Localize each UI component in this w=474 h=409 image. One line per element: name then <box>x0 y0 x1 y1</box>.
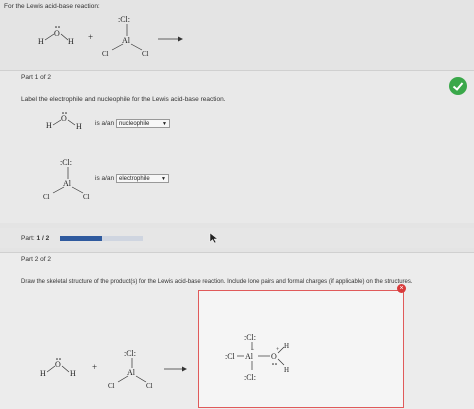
svg-text:H: H <box>40 369 46 378</box>
svg-text:+: + <box>92 362 97 372</box>
svg-text:O: O <box>271 352 277 361</box>
part1-instruction: Label the electrophile and nucleophile f… <box>21 96 226 103</box>
svg-text:−: − <box>251 347 255 353</box>
top-reaction: H O H + :Cl: Al Cl Cl <box>38 15 183 58</box>
progress-label: Part: 1 / 2 <box>21 235 50 242</box>
svg-text:H: H <box>284 342 289 350</box>
svg-text:+: + <box>276 347 280 353</box>
svg-text:O: O <box>55 360 61 369</box>
row1-prefix: is a/an <box>95 120 115 127</box>
svg-text:Cl: Cl <box>83 193 90 200</box>
svg-text:Cl: Cl <box>146 382 153 390</box>
electrophile-select-value: electrophile <box>119 176 150 182</box>
progress-value: 1 / 2 <box>36 235 50 242</box>
svg-text:O: O <box>61 114 67 123</box>
svg-text:Cl: Cl <box>43 193 50 200</box>
water-h-left: H <box>38 37 44 46</box>
part2-reaction: H O H + :Cl: Al Cl Cl <box>40 349 187 390</box>
mouse-cursor-icon <box>209 232 219 244</box>
svg-text::Cl:: :Cl: <box>60 158 72 167</box>
svg-text:H: H <box>76 122 82 131</box>
electrophile-select[interactable]: electrophile ▼ <box>116 174 169 183</box>
part1-water: H O H <box>46 112 82 131</box>
part1-label: Part 1 of 2 <box>21 74 51 81</box>
svg-text::Cl:: :Cl: <box>244 333 256 342</box>
correct-check-icon <box>449 77 467 95</box>
svg-text:H: H <box>284 366 289 374</box>
alcl3-cl-right: Cl <box>142 50 149 58</box>
svg-text::Cl:: :Cl: <box>124 349 136 358</box>
svg-text:Al: Al <box>127 368 136 377</box>
part1-alcl3: :Cl: Al Cl Cl <box>43 158 90 200</box>
part1-panel <box>0 70 474 223</box>
nucleophile-select-value: nucleophile <box>119 121 150 127</box>
nucleophile-select[interactable]: nucleophile ▼ <box>116 119 170 128</box>
alcl3-al: Al <box>122 36 131 45</box>
progress-track <box>60 236 143 241</box>
chevron-down-icon: ▼ <box>161 176 166 182</box>
question-header: For the Lewis acid-base reaction: <box>4 3 100 10</box>
svg-text:Al: Al <box>245 352 254 361</box>
svg-text::Cl: :Cl <box>225 352 236 361</box>
part2-instruction: Draw the skeletal structure of the produ… <box>21 279 413 285</box>
row2-prefix: is a/an <box>95 175 115 182</box>
reaction-plus: + <box>88 32 93 42</box>
alcl3-cl-top: :Cl: <box>118 15 130 24</box>
close-icon[interactable]: × <box>397 284 406 293</box>
svg-text:Al: Al <box>63 179 72 188</box>
svg-text:H: H <box>70 369 76 378</box>
part2-label: Part 2 of 2 <box>21 256 51 263</box>
water-h-right: H <box>68 37 74 46</box>
water-o: O <box>54 29 60 38</box>
svg-text:Cl: Cl <box>108 382 115 390</box>
alcl3-cl-left: Cl <box>102 50 109 58</box>
chevron-down-icon: ▼ <box>162 121 167 127</box>
svg-text::Cl:: :Cl: <box>244 373 256 382</box>
progress-fill <box>60 236 102 241</box>
product-structure: :Cl: :Cl Al − O + H H :Cl: <box>225 333 289 382</box>
svg-text:H: H <box>46 121 52 130</box>
